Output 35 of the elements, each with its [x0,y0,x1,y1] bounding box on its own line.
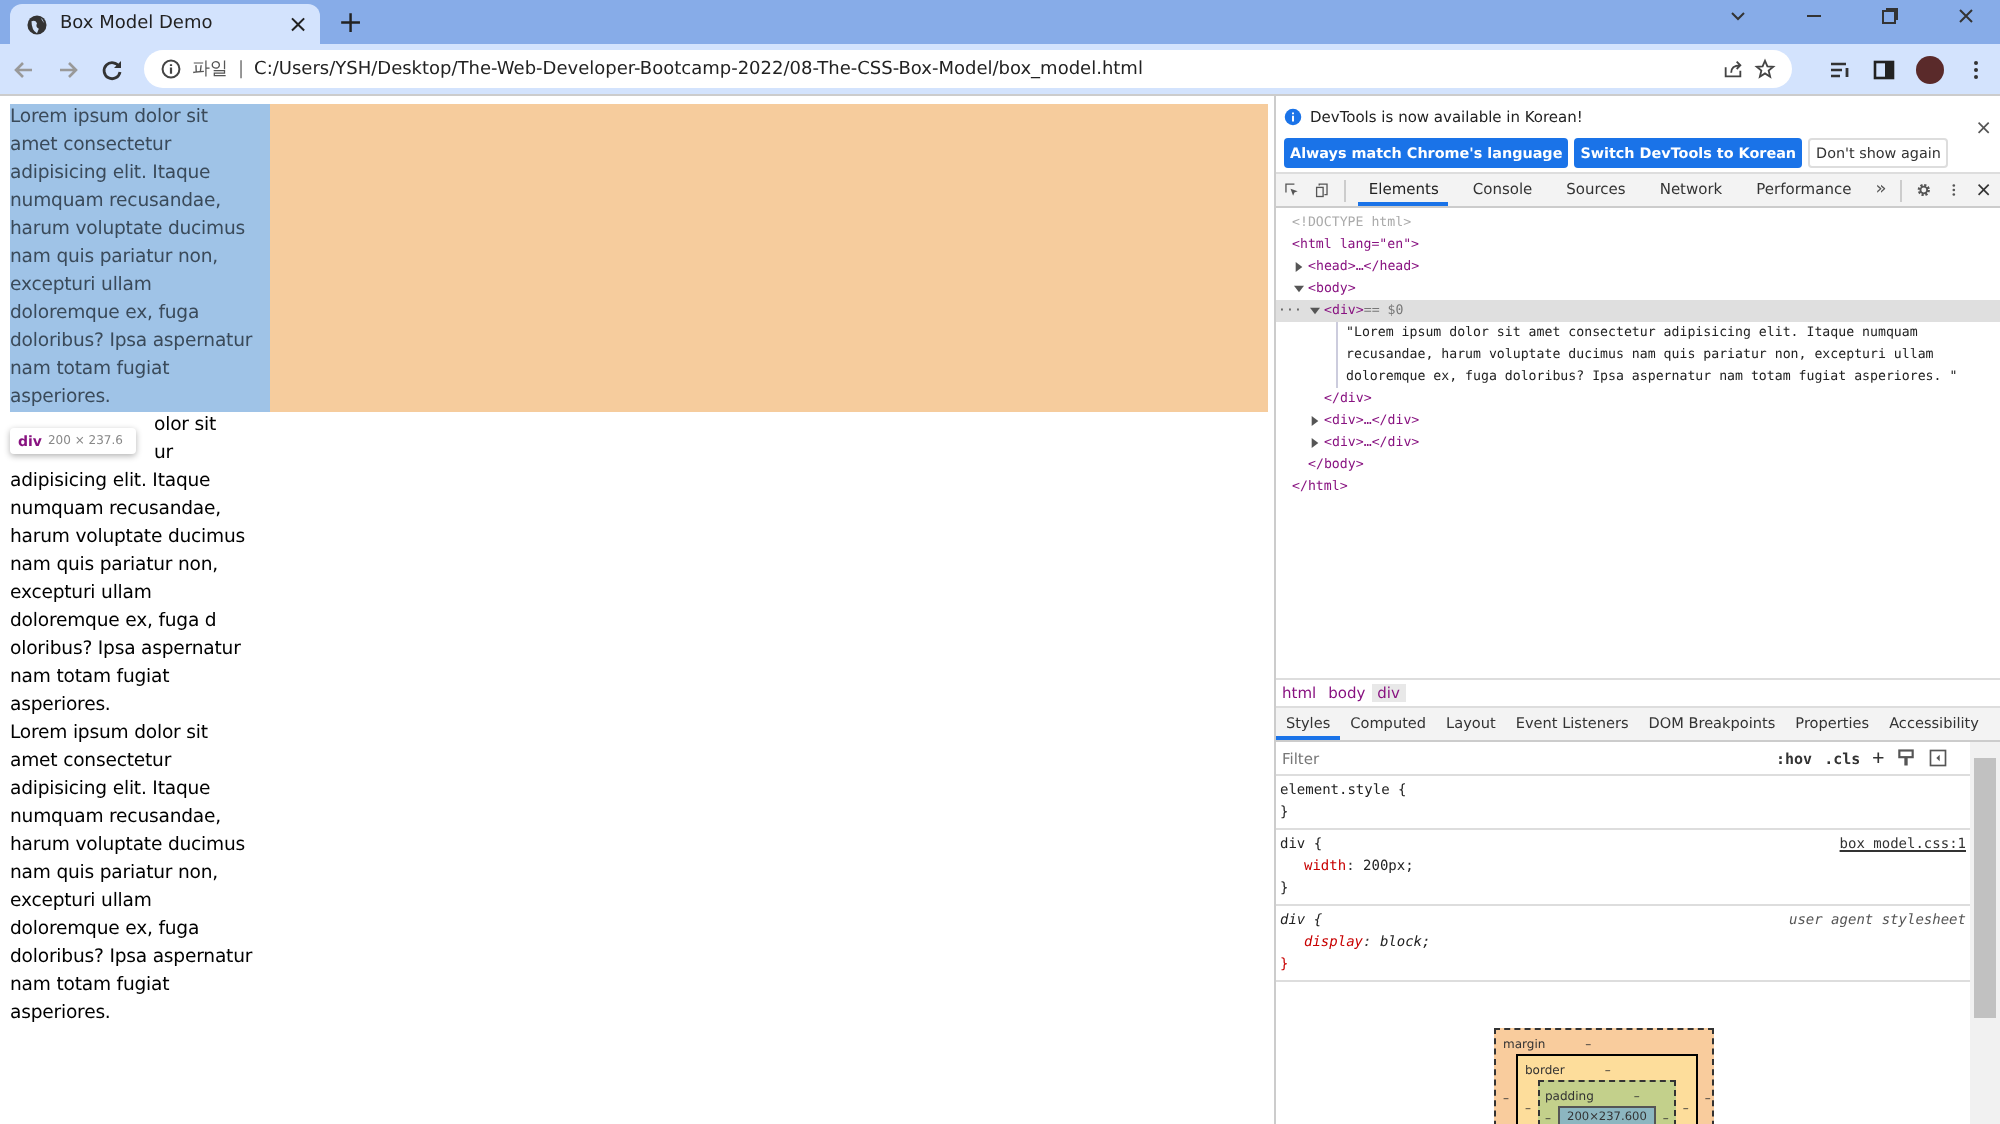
close-icon[interactable] [1956,6,1976,26]
info-icon [160,58,182,80]
star-icon[interactable] [1754,58,1776,80]
paragraph: Lorem ipsum dolor sit amet consectetur adipisicing elit. Itaque numquam recusandae, harum voluptate ducimus nam quis pariatur non, excepturi ullam doloremque ex, fuga doloribus? Ipsa aspernatur nam totam fugiat asperiores. [10,720,255,1028]
sidebar-toggle-icon[interactable] [1928,748,1949,768]
reload-icon[interactable] [100,57,124,81]
more-tabs-button[interactable]: » [1875,180,1887,200]
tab-title: Box Model Demo [60,14,215,34]
info-icon [1284,107,1302,125]
chevron-down-icon[interactable] [1728,6,1748,26]
scrollbar[interactable] [1970,742,2000,1124]
paint-brush-icon[interactable] [1896,748,1917,768]
profile-avatar[interactable] [1916,55,1944,83]
close-tab-button[interactable]: × [287,12,308,36]
media-icon[interactable] [1828,57,1852,81]
side-panel-icon[interactable] [1872,57,1896,81]
url-text: C:/Users/YSH/Desktop/The-Web-Developer-Bootcamp-2022/08-The-CSS-Box-Model/box_model.html [254,59,1143,79]
paragraph: Lorem ipsum dolor sit amet consectetur adipisicing elit. Itaque numquam recusandae, harum voluptate ducimus nam quis pariatur non, excepturi ullam doloremque ex, fuga doloribus? Ipsa aspernatur nam totam fugiat asperiores. [10,104,270,412]
browser-tab[interactable]: Box Model Demo × [10,4,320,44]
share-icon[interactable] [1722,58,1744,80]
new-tab-button[interactable]: + [338,4,364,40]
close-button[interactable]: × [1975,117,1992,139]
settings-icon[interactable] [1915,180,1932,200]
paragraph: adipisicing elit. Itaque numquam recusandae, harum voluptate ducimus nam quis pariatur non, excepturi ullam doloremque ex, fuga d oloribus? Ipsa aspernatur nam totam fugiat asperiores. [10,468,248,720]
separator: | [238,59,245,79]
address-bar[interactable]: 파일 | C:/Users/YSH/Desktop/The-Web-Developer-Bootcamp-2022/08-The-CSS-Box-Model/box_model.html [144,50,1792,88]
globe-icon [26,13,48,35]
file-label: 파일 [192,58,228,82]
close-devtools-button[interactable]: × [1975,179,1992,201]
text-fragment: olor sit [154,412,217,440]
new-rule-button[interactable]: + [1872,747,1885,769]
text-fragment: ur [154,440,174,468]
inspect-icon[interactable] [1284,180,1300,200]
restore-icon[interactable] [1880,6,1900,26]
device-toggle-icon[interactable] [1313,180,1330,200]
